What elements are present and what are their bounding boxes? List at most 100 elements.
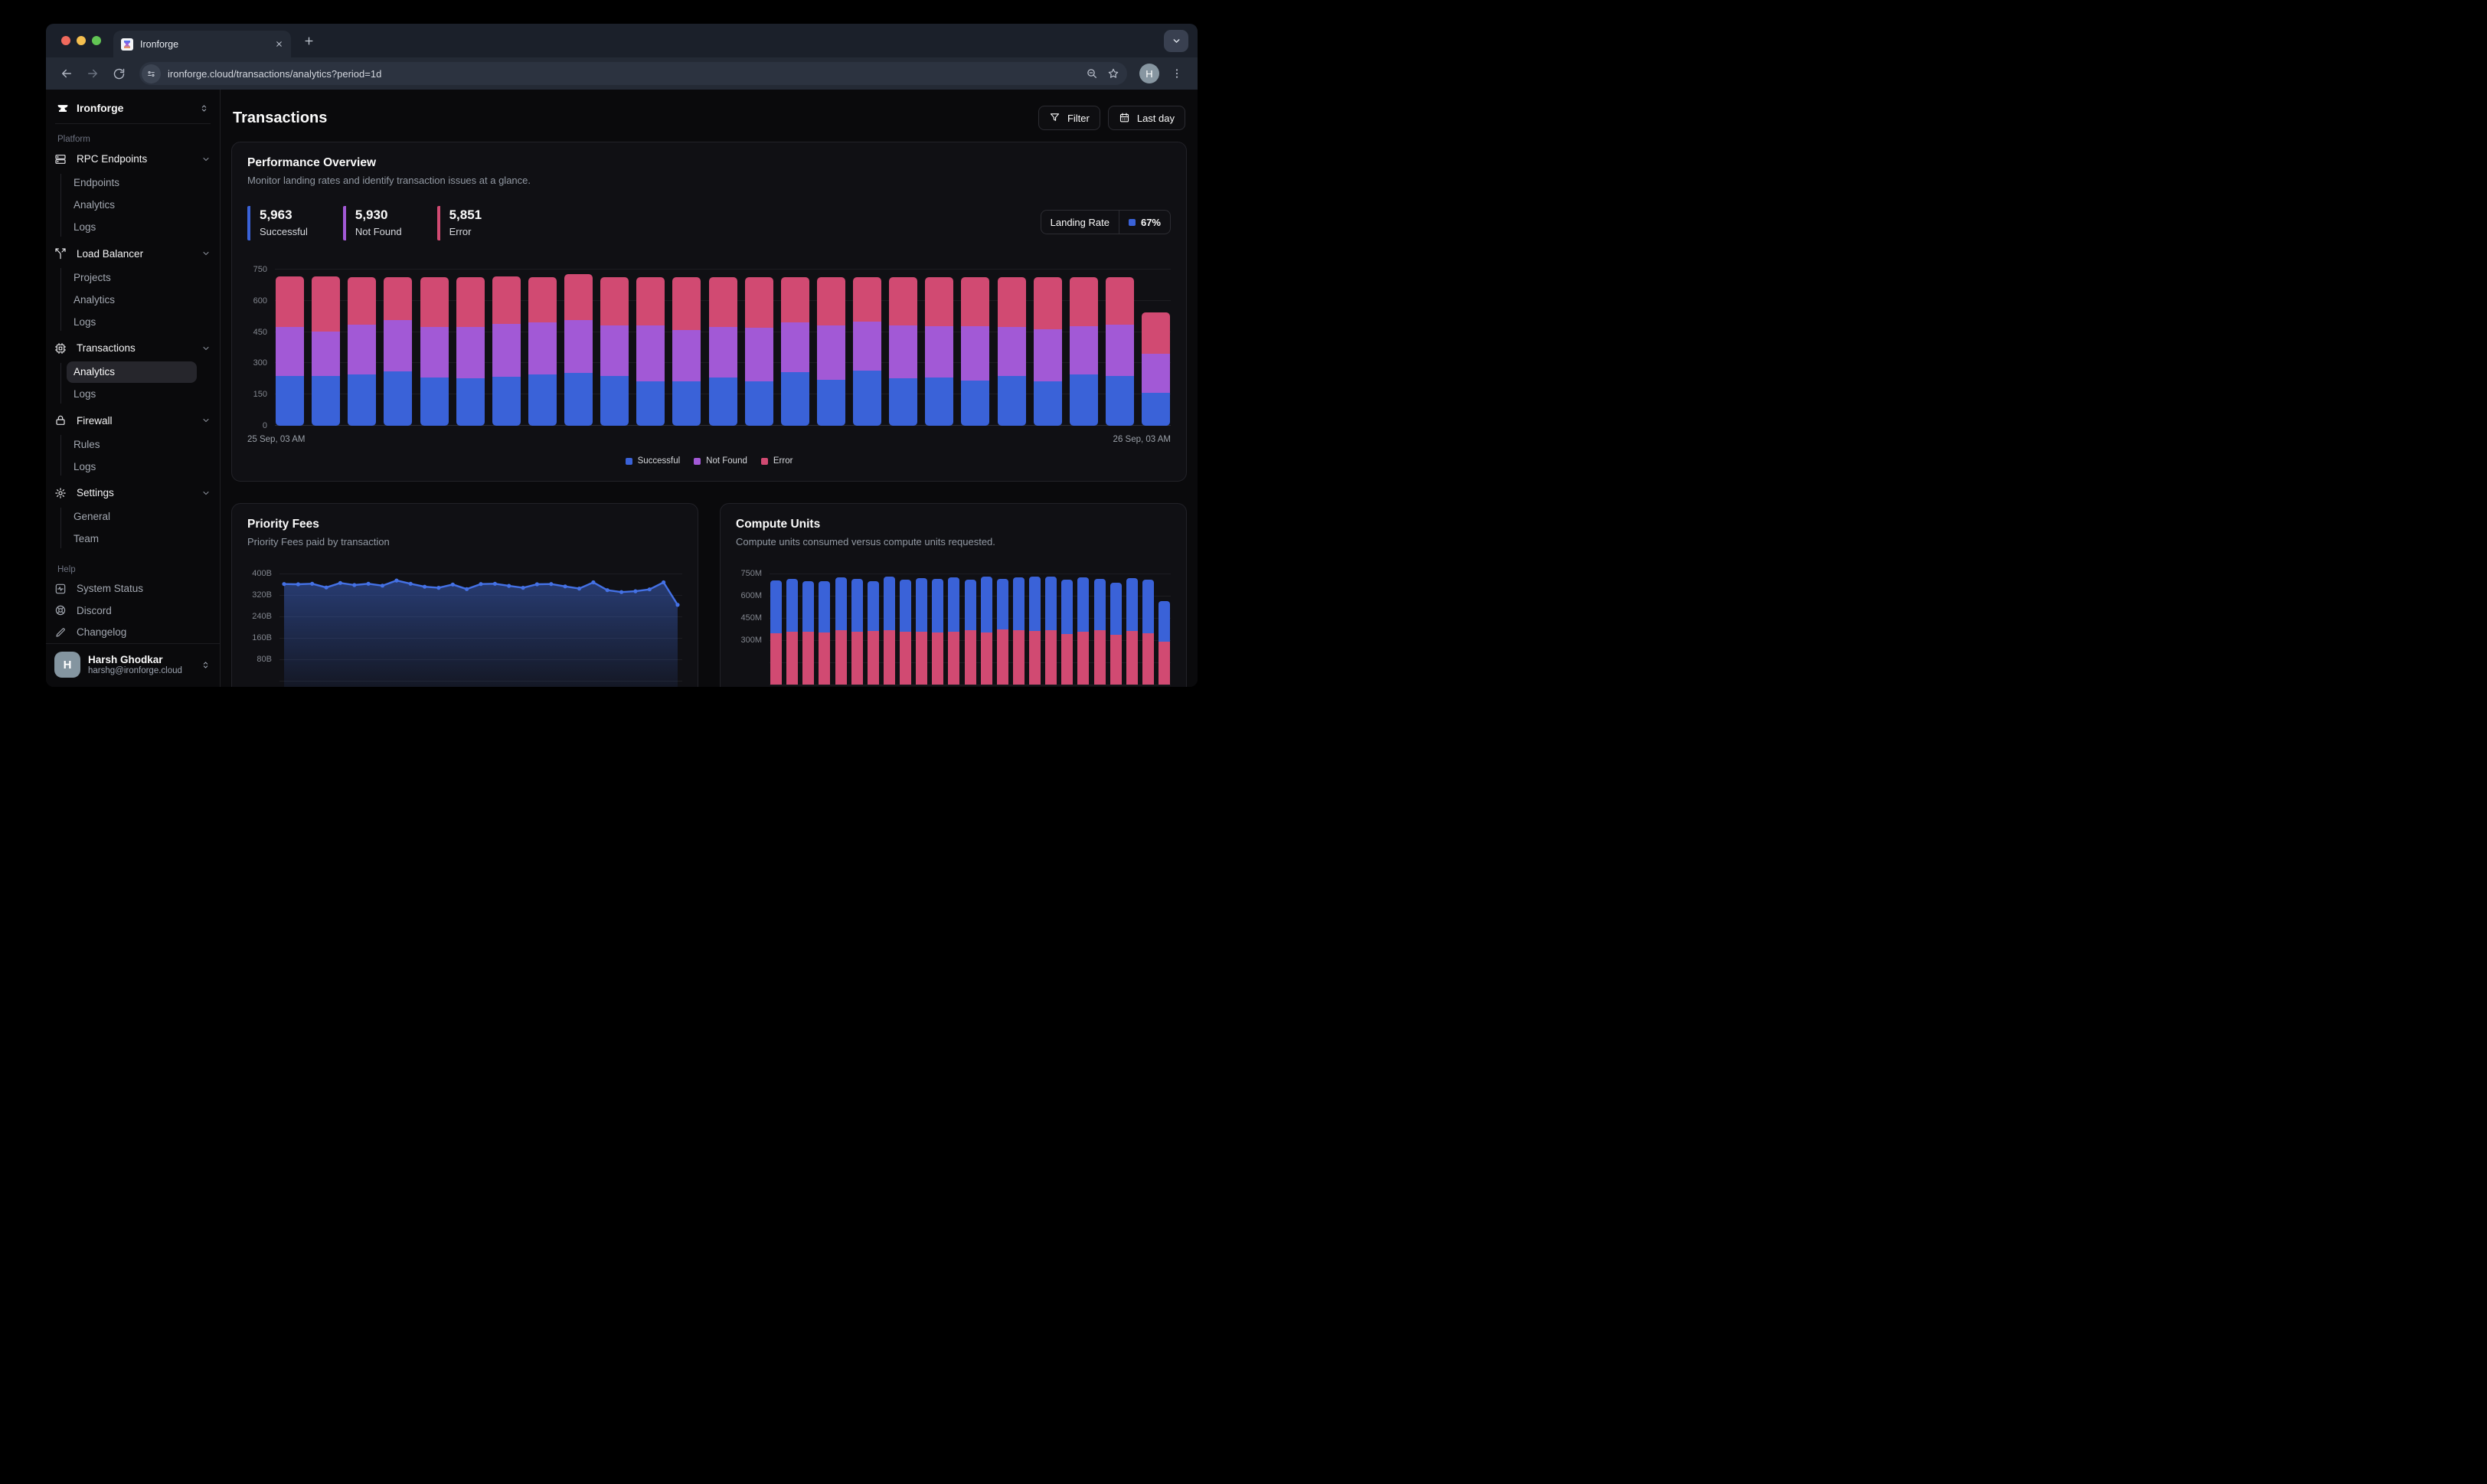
sidebar-item-endpoints[interactable]: Endpoints bbox=[67, 172, 197, 194]
bar-segment bbox=[744, 328, 773, 381]
bar-segment bbox=[997, 326, 1026, 376]
system-status-icon bbox=[54, 583, 67, 595]
stacked-bar bbox=[925, 276, 954, 427]
bar-segment-consumed bbox=[1126, 631, 1138, 685]
browser-menu-button[interactable] bbox=[1165, 62, 1188, 85]
y-tick-label: 240B bbox=[252, 612, 272, 621]
desktop: { "browser": { "tab_title": "Ironforge",… bbox=[0, 0, 1244, 742]
discord-icon bbox=[54, 604, 67, 616]
bar-segment bbox=[564, 273, 593, 321]
sidebar-item-rules[interactable]: Rules bbox=[67, 433, 197, 455]
bar-segment-requested bbox=[770, 580, 782, 634]
stacked-bar bbox=[889, 277, 918, 426]
stacked-bar bbox=[636, 276, 665, 427]
site-info-icon[interactable] bbox=[142, 64, 161, 83]
sidebar-item-transactions-analytics[interactable]: Analytics bbox=[67, 361, 197, 383]
user-name: Harsh Ghodkar bbox=[88, 654, 163, 666]
sidebar-item-rpc-endpoints[interactable]: RPC Endpoints bbox=[46, 148, 220, 171]
y-tick-label: 320B bbox=[252, 590, 272, 600]
help-link-label: Changelog bbox=[77, 626, 127, 639]
stacked-bar bbox=[948, 577, 960, 685]
sidebar-item-firewall[interactable]: Firewall bbox=[46, 410, 220, 433]
sidebar-item-firewall-logs[interactable]: Logs bbox=[67, 456, 197, 477]
bar-segment-consumed bbox=[1142, 632, 1154, 685]
stat-label: Not Found bbox=[355, 226, 402, 237]
sidebar-item-rpc-logs[interactable]: Logs bbox=[67, 217, 197, 238]
sidebar-item-projects[interactable]: Projects bbox=[67, 266, 197, 288]
y-tick-label: 150 bbox=[253, 390, 267, 400]
sidebar-item-transactions[interactable]: Transactions bbox=[46, 337, 220, 360]
stat-error: 5,851 Error bbox=[436, 206, 482, 240]
filter-button[interactable]: Filter bbox=[1038, 106, 1100, 130]
workspace-selector[interactable]: Ironforge bbox=[55, 96, 211, 124]
bar-segment-requested bbox=[883, 577, 895, 630]
bar-segment bbox=[420, 326, 449, 378]
bar-segment-requested bbox=[964, 579, 976, 630]
bar-segment-consumed bbox=[1012, 630, 1025, 685]
card-subtitle: Priority Fees paid by transaction bbox=[247, 536, 390, 548]
stat-value: 5,851 bbox=[449, 208, 482, 222]
sidebar-item-discord[interactable]: Discord bbox=[46, 600, 220, 622]
sidebar-item-load-balancer[interactable]: Load Balancer bbox=[46, 243, 220, 266]
bar-segment-requested bbox=[1126, 577, 1138, 631]
bar-segment bbox=[744, 277, 773, 329]
bar-segment bbox=[925, 276, 954, 326]
bar-segment bbox=[853, 276, 881, 322]
bookmark-star-icon[interactable] bbox=[1107, 67, 1119, 80]
forward-button[interactable] bbox=[81, 62, 104, 85]
stat-value: 5,963 bbox=[260, 208, 292, 222]
user-menu[interactable]: H Harsh Ghodkar harshg@ironforge.cloud bbox=[46, 643, 220, 679]
sidebar-item-transactions-logs[interactable]: Logs bbox=[67, 384, 197, 405]
browser-profile-avatar[interactable]: H bbox=[1139, 64, 1159, 83]
bar-segment bbox=[780, 371, 809, 426]
bar-segment bbox=[1069, 374, 1098, 426]
bar-segment bbox=[1033, 381, 1062, 426]
bar-segment bbox=[276, 276, 304, 327]
stacked-bar bbox=[819, 581, 831, 685]
sidebar-item-changelog[interactable]: Changelog bbox=[46, 622, 220, 644]
card-subtitle: Monitor landing rates and identify trans… bbox=[247, 175, 531, 186]
bar-segment-consumed bbox=[819, 632, 831, 685]
tab-title: Ironforge bbox=[140, 38, 179, 50]
sidebar-item-system-status[interactable]: System Status bbox=[46, 578, 220, 600]
sidebar-item-lb-analytics[interactable]: Analytics bbox=[67, 289, 197, 310]
url-input[interactable]: ironforge.cloud/transactions/analytics?p… bbox=[168, 68, 1079, 80]
bar-segment bbox=[961, 380, 990, 426]
sidebar-item-general[interactable]: General bbox=[67, 506, 197, 528]
bar-segment bbox=[1105, 325, 1134, 377]
tab-search-button[interactable] bbox=[1164, 30, 1188, 52]
bar-segment bbox=[312, 331, 341, 376]
stacked-bar bbox=[932, 579, 944, 685]
bar-segment bbox=[1142, 392, 1170, 426]
cpu-icon bbox=[54, 342, 67, 355]
stacked-bar bbox=[564, 273, 593, 426]
url-bar[interactable]: ironforge.cloud/transactions/analytics?p… bbox=[139, 62, 1127, 85]
bar-segment-requested bbox=[932, 579, 944, 633]
bar-segment-requested bbox=[1110, 582, 1122, 635]
minimize-window-button[interactable] bbox=[77, 36, 86, 45]
sidebar-item-lb-logs[interactable]: Logs bbox=[67, 311, 197, 332]
tab-close-icon[interactable] bbox=[275, 40, 283, 48]
bar-segment-consumed bbox=[1159, 641, 1170, 685]
browser-tab[interactable]: Ironforge bbox=[113, 31, 291, 57]
bar-segment bbox=[889, 325, 918, 378]
stacked-bar bbox=[900, 580, 911, 685]
zoom-out-icon[interactable] bbox=[1086, 67, 1098, 80]
bar-segment-consumed bbox=[980, 632, 992, 685]
bar-segment bbox=[276, 376, 304, 426]
sidebar-sublist: Endpoints Analytics Logs bbox=[46, 172, 220, 239]
sidebar-item-team[interactable]: Team bbox=[67, 528, 197, 550]
split-icon bbox=[54, 247, 67, 260]
back-button[interactable] bbox=[55, 62, 78, 85]
legend-label: Not Found bbox=[706, 456, 747, 466]
new-tab-button[interactable] bbox=[297, 29, 320, 52]
sidebar-item-label: Settings bbox=[77, 487, 114, 499]
maximize-window-button[interactable] bbox=[92, 36, 101, 45]
app-content: Ironforge Platform RPC Endpoints Endpoin… bbox=[46, 90, 1198, 687]
sidebar-item-settings[interactable]: Settings bbox=[46, 482, 220, 505]
reload-button[interactable] bbox=[107, 62, 130, 85]
stacked-bar bbox=[816, 277, 845, 426]
close-window-button[interactable] bbox=[61, 36, 70, 45]
sidebar-item-rpc-analytics[interactable]: Analytics bbox=[67, 194, 197, 216]
date-range-button[interactable]: Last day bbox=[1107, 106, 1185, 130]
